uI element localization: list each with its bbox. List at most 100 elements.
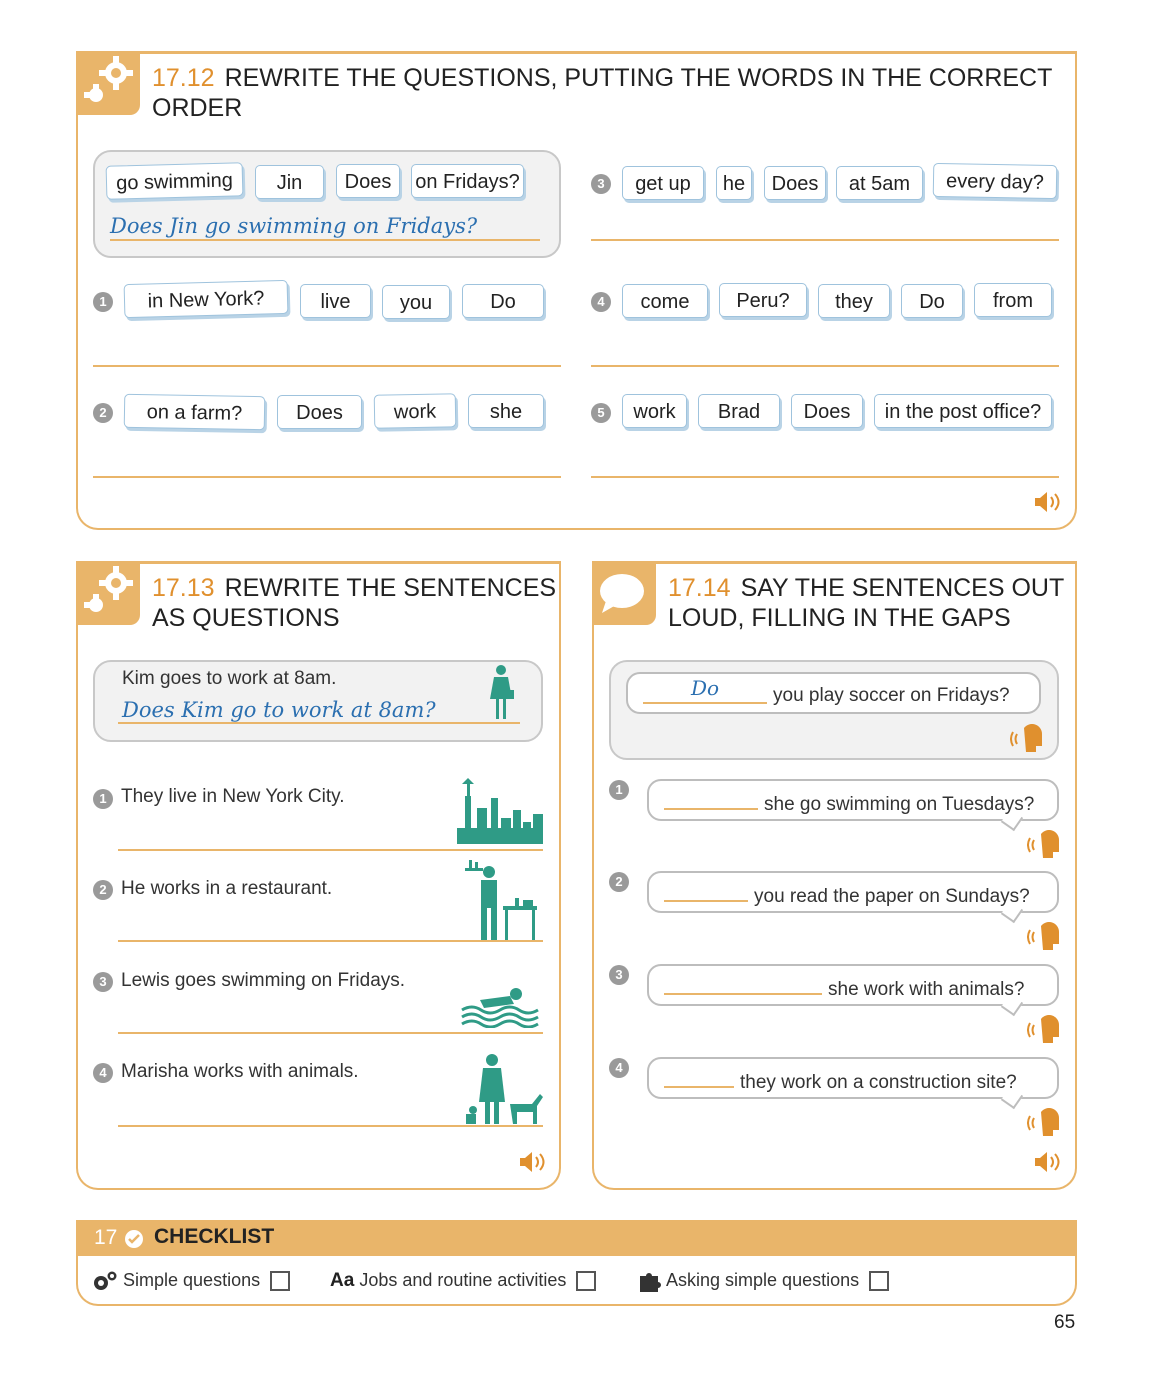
word-tile[interactable]: Does bbox=[791, 394, 863, 428]
puzzle-piece-icon bbox=[640, 1273, 661, 1293]
word-tile[interactable]: in the post office? bbox=[874, 394, 1052, 428]
item-number: 4 bbox=[591, 292, 611, 312]
item-sentence: you read the paper on Sundays? bbox=[664, 880, 1030, 908]
speaking-head-icon bbox=[1027, 830, 1059, 858]
answer-line[interactable] bbox=[118, 1125, 543, 1127]
checklist-title: CHECKLIST bbox=[154, 1225, 275, 1248]
waiter-icon bbox=[465, 860, 537, 940]
answer-line[interactable] bbox=[118, 940, 543, 942]
item-sentence: she go swimming on Tuesdays? bbox=[664, 788, 1034, 816]
word-tile[interactable]: they bbox=[818, 284, 890, 318]
gear-icon bbox=[76, 51, 140, 115]
exercise-title: 17.14 SAY THE SENTENCES OUT LOUD, FILLING… bbox=[668, 573, 1064, 633]
answer-line[interactable] bbox=[118, 849, 543, 851]
checklist-item-jobs[interactable]: Aa Jobs and routine activities bbox=[330, 1270, 597, 1292]
item-number: 3 bbox=[591, 174, 611, 194]
sentence-rest: they work on a construction site? bbox=[740, 1072, 1017, 1093]
word-tile[interactable]: at 5am bbox=[836, 166, 923, 200]
word-tile[interactable]: Does bbox=[764, 166, 826, 200]
answer-line bbox=[110, 239, 540, 241]
checklist-header: 17 CHECKLIST bbox=[76, 1220, 1077, 1256]
checklist-item-asking[interactable]: Asking simple questions bbox=[638, 1270, 890, 1293]
sentence-rest: she go swimming on Tuesdays? bbox=[764, 794, 1035, 815]
item-number: 1 bbox=[93, 292, 113, 312]
gap[interactable] bbox=[664, 1066, 734, 1088]
page-number: 65 bbox=[1054, 1312, 1076, 1333]
exercise-number: 17.14 bbox=[668, 574, 731, 602]
item-number: 1 bbox=[609, 780, 629, 800]
gap[interactable] bbox=[664, 973, 822, 995]
speaking-head-icon bbox=[1027, 1108, 1059, 1136]
word-tile[interactable]: she bbox=[468, 394, 544, 428]
item-number: 4 bbox=[609, 1058, 629, 1078]
item-number: 1 bbox=[93, 789, 113, 809]
item-sentence: Marisha works with animals. bbox=[121, 1061, 359, 1082]
word-tile[interactable]: live bbox=[300, 284, 371, 318]
item-number: 3 bbox=[93, 972, 113, 992]
speaking-head-icon bbox=[1027, 922, 1059, 950]
new-york-skyline-icon bbox=[457, 778, 543, 844]
word-tile[interactable]: come bbox=[622, 284, 708, 318]
checkbox[interactable] bbox=[576, 1271, 597, 1292]
answer-line[interactable] bbox=[93, 365, 561, 367]
sentence-rest: she work with animals? bbox=[828, 979, 1025, 1000]
audio-speaker-icon[interactable] bbox=[518, 1150, 548, 1174]
word-tile[interactable]: on Fridays? bbox=[411, 164, 524, 198]
word-tile[interactable]: Do bbox=[901, 284, 963, 318]
word-tile[interactable]: Jin bbox=[255, 165, 324, 199]
gap: Do bbox=[643, 676, 767, 704]
checklist-label: Jobs and routine activities bbox=[359, 1270, 567, 1290]
audio-speaker-icon[interactable] bbox=[1033, 1150, 1063, 1174]
word-tile[interactable]: Does bbox=[336, 164, 400, 198]
word-tile[interactable]: Peru? bbox=[719, 283, 807, 317]
word-tile[interactable]: Do bbox=[462, 284, 544, 318]
word-tile[interactable]: from bbox=[974, 283, 1052, 317]
item-number: 2 bbox=[93, 880, 113, 900]
businesswoman-icon bbox=[490, 665, 514, 719]
exercise-title: 17.12 REWRITE THE QUESTIONS, PUTTING THE … bbox=[152, 63, 1075, 123]
word-tile[interactable]: on a farm? bbox=[123, 393, 266, 431]
exercise-heading-line2: LOUD, FILLING IN THE GAPS bbox=[668, 604, 1011, 632]
item-sentence: He works in a restaurant. bbox=[121, 878, 333, 899]
exercise-heading-line1: SAY THE SENTENCES OUT bbox=[740, 574, 1065, 602]
answer-line bbox=[118, 722, 520, 724]
gap[interactable] bbox=[664, 880, 748, 902]
speaking-head-icon bbox=[1010, 724, 1042, 752]
exercise-heading-line1: REWRITE THE SENTENCES bbox=[224, 574, 557, 602]
word-tile[interactable]: he bbox=[716, 166, 752, 200]
word-tile[interactable]: in New York? bbox=[123, 279, 289, 319]
item-number: 5 bbox=[591, 403, 611, 423]
checklist-label: Asking simple questions bbox=[666, 1270, 860, 1290]
answer-line[interactable] bbox=[118, 1032, 543, 1034]
word-tile[interactable]: work bbox=[622, 394, 687, 428]
speech-bubble-icon bbox=[592, 561, 656, 625]
checkbox[interactable] bbox=[270, 1271, 291, 1292]
example-sentence: Do you play soccer on Fridays? bbox=[643, 676, 1010, 707]
checkbox[interactable] bbox=[869, 1271, 890, 1292]
answer-line[interactable] bbox=[591, 239, 1059, 241]
word-tile[interactable]: work bbox=[373, 393, 457, 429]
item-sentence: Lewis goes swimming on Fridays. bbox=[121, 970, 406, 991]
word-tile[interactable]: get up bbox=[622, 166, 704, 200]
gear-icon bbox=[94, 1271, 117, 1291]
word-tile[interactable]: every day? bbox=[932, 162, 1058, 200]
exercise-heading-line2: AS QUESTIONS bbox=[152, 604, 340, 632]
word-tile[interactable]: go swimming bbox=[105, 162, 244, 200]
answer-line[interactable] bbox=[591, 476, 1059, 478]
word-tile[interactable]: Does bbox=[277, 395, 362, 429]
word-tile[interactable]: you bbox=[382, 285, 450, 319]
audio-speaker-icon[interactable] bbox=[1033, 490, 1063, 514]
word-tile[interactable]: Brad bbox=[698, 394, 780, 428]
exercise-title: 17.13 REWRITE THE SENTENCES AS QUESTIONS bbox=[152, 573, 556, 633]
answer-line[interactable] bbox=[93, 476, 561, 478]
vocabulary-aa-icon: Aa bbox=[330, 1270, 355, 1291]
item-sentence: she work with animals? bbox=[664, 973, 1024, 1001]
checklist-item-simple-questions[interactable]: Simple questions bbox=[92, 1270, 291, 1292]
gap[interactable] bbox=[664, 788, 758, 810]
answer-line[interactable] bbox=[591, 365, 1059, 367]
gear-icon bbox=[76, 561, 140, 625]
item-number: 2 bbox=[609, 872, 629, 892]
exercise-number: 17.13 bbox=[152, 574, 215, 602]
sentence-rest: you play soccer on Fridays? bbox=[773, 685, 1010, 706]
checklist-label: Simple questions bbox=[123, 1270, 261, 1290]
